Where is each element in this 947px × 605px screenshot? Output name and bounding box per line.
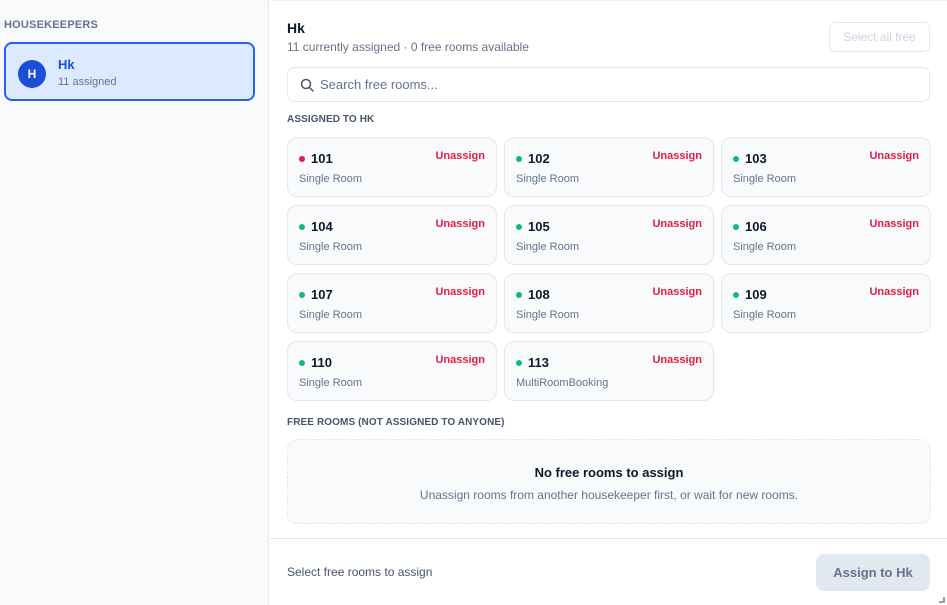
assigned-rooms-grid: 101 Single Room Unassign 102 Single Room Unas… [287,137,931,401]
unassign-button[interactable]: Unassign [435,218,485,230]
room-card: 108 Single Room Unassign [504,273,714,333]
room-number: 113 [516,355,549,370]
search-box [287,67,930,102]
room-card: 103 Single Room Unassign [721,137,931,197]
free-section-heading: FREE ROOMS (NOT ASSIGNED TO ANYONE) [287,417,505,428]
assigned-section-heading: ASSIGNED TO HK [287,114,375,125]
assign-button[interactable]: Assign to Hk [816,554,930,591]
room-card: 107 Single Room Unassign [287,273,497,333]
room-number-label: 105 [528,219,550,234]
status-dot [299,291,305,298]
page-title: Hk [287,20,305,36]
room-card: 110 Single Room Unassign [287,341,497,401]
status-dot [733,155,739,162]
room-type: Single Room [299,173,362,185]
room-number: 106 [733,219,767,234]
status-dot [733,291,739,298]
unassign-button[interactable]: Unassign [435,150,485,162]
avatar: H [18,60,46,88]
housekeeper-card-hk[interactable]: H Hk 11 assigned [4,42,255,101]
room-number: 103 [733,151,767,166]
room-type: Single Room [299,377,362,389]
room-type: Single Room [299,241,362,253]
room-number: 105 [516,219,550,234]
room-number: 107 [299,287,333,302]
room-type: Single Room [516,309,579,321]
housekeepers-sidebar: HOUSEKEEPERS H Hk 11 assigned [0,0,269,605]
housekeeper-assigned-count: 11 assigned [58,76,117,88]
room-number: 110 [299,355,332,370]
room-number-label: 103 [745,151,767,166]
room-number: 104 [299,219,333,234]
top-divider [270,0,947,4]
room-number-label: 109 [745,287,767,302]
status-dot [299,359,305,366]
room-type: Single Room [733,241,796,253]
sidebar-heading: HOUSEKEEPERS [4,19,99,31]
unassign-button[interactable]: Unassign [652,150,702,162]
unassign-button[interactable]: Unassign [435,286,485,298]
search-icon [300,78,314,92]
empty-state: No free rooms to assign Unassign rooms f… [287,439,931,524]
main-panel: Hk 11 currently assigned · 0 free rooms … [270,0,947,605]
status-dot [516,223,522,230]
room-number-label: 108 [528,287,550,302]
room-number-label: 106 [745,219,767,234]
status-dot [516,155,522,162]
unassign-button[interactable]: Unassign [435,354,485,366]
room-number: 108 [516,287,550,302]
room-number: 109 [733,287,767,302]
room-card: 104 Single Room Unassign [287,205,497,265]
select-all-free-button[interactable]: Select all free [829,22,930,52]
unassign-button[interactable]: Unassign [652,218,702,230]
footer-hint: Select free rooms to assign [287,565,433,579]
room-number-label: 107 [311,287,333,302]
status-dot [299,155,305,162]
status-dot [516,359,522,366]
room-number-label: 104 [311,219,333,234]
unassign-button[interactable]: Unassign [652,354,702,366]
room-number: 102 [516,151,550,166]
room-number-label: 101 [311,151,333,166]
room-type: MultiRoomBooking [516,377,609,389]
status-dot [733,223,739,230]
room-type: Single Room [516,241,579,253]
unassign-button[interactable]: Unassign [869,218,919,230]
room-card: 102 Single Room Unassign [504,137,714,197]
room-type: Single Room [516,173,579,185]
room-number: 101 [299,151,333,166]
footer-bar: Select free rooms to assign Assign to Hk [270,538,947,605]
room-card: 105 Single Room Unassign [504,205,714,265]
app-root: HOUSEKEEPERS H Hk 11 assigned Hk 11 curr… [0,0,947,605]
room-number-label: 113 [528,355,549,370]
room-type: Single Room [299,309,362,321]
empty-state-subtitle: Unassign rooms from another housekeeper … [419,488,799,502]
room-type: Single Room [733,173,796,185]
unassign-button[interactable]: Unassign [869,150,919,162]
housekeeper-name: Hk [58,57,75,72]
room-card: 109 Single Room Unassign [721,273,931,333]
unassign-button[interactable]: Unassign [652,286,702,298]
status-dot [516,291,522,298]
empty-state-title: No free rooms to assign [534,465,684,480]
room-card: 106 Single Room Unassign [721,205,931,265]
page-subtitle: 11 currently assigned · 0 free rooms ava… [287,40,529,54]
room-card: 113 MultiRoomBooking Unassign [504,341,714,401]
resize-grip-icon[interactable] [939,597,945,603]
room-type: Single Room [733,309,796,321]
room-card: 101 Single Room Unassign [287,137,497,197]
status-dot [299,223,305,230]
search-input[interactable] [320,69,920,100]
room-number-label: 102 [528,151,550,166]
room-number-label: 110 [311,355,332,370]
unassign-button[interactable]: Unassign [869,286,919,298]
